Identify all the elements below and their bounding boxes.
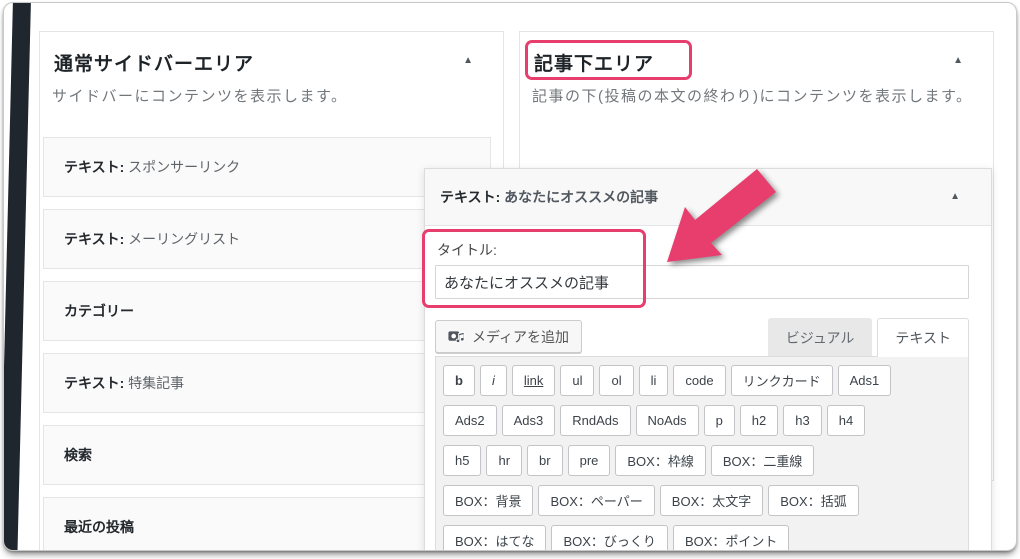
quicktag-p[interactable]: p xyxy=(703,405,735,436)
quicktag-ol[interactable]: ol xyxy=(599,365,634,396)
quicktag-h5[interactable]: h5 xyxy=(443,445,482,476)
add-media-button[interactable]: メディアを追加 xyxy=(435,320,583,353)
quicktag-box[interactable]: BOX：二重線 xyxy=(710,445,815,476)
widget-name: テキスト: xyxy=(64,231,125,247)
text-widget-editor-body: タイトル: メディアを追加 ビジュアルテキスト bilinkulollicode… xyxy=(425,226,991,550)
quicktag-b[interactable]: b xyxy=(443,365,475,396)
quicktag-row: Ads2 Ads3 RndAds NoAds p h2 h3 h4 xyxy=(443,405,961,436)
quicktag-link[interactable]: link xyxy=(511,365,556,396)
below-article-area-description: 記事の下(投稿の本文の終わり)にコンテンツを表示します。 xyxy=(532,88,973,105)
quicktag-hr[interactable]: hr xyxy=(486,445,523,476)
quicktag-noads[interactable]: NoAds xyxy=(635,405,699,436)
quicktag-h3[interactable]: h3 xyxy=(783,405,822,436)
editor-tabs: ビジュアル テキスト xyxy=(763,318,969,357)
quicktag-box[interactable]: BOX：太文字 xyxy=(659,485,764,516)
widget-title: あなたにオススメの記事 xyxy=(500,189,659,205)
text-widget-editor: テキスト: あなたにオススメの記事 ▲ タイトル: メディアを追加 ビジュアルテ… xyxy=(424,168,992,550)
quicktag-row: h5 hr br pre BOX：枠線 BOX：二重線 xyxy=(443,445,961,476)
sidebar-area-description: サイドバーにコンテンツを表示します。 xyxy=(52,88,348,105)
media-tab-row: メディアを追加 ビジュアル テキスト xyxy=(435,318,969,357)
quicktag-rndads[interactable]: RndAds xyxy=(560,405,631,436)
quicktag-i[interactable]: i xyxy=(479,365,507,396)
widget-name: テキスト: xyxy=(64,159,125,175)
widget-title: メーリングリスト xyxy=(124,231,241,247)
quicktag-code[interactable]: code xyxy=(673,365,726,396)
quicktag-br[interactable]: br xyxy=(527,445,563,476)
add-media-icon xyxy=(448,331,465,344)
widget-title: 特集記事 xyxy=(124,375,185,391)
quicktag-box[interactable]: BOX：枠線 xyxy=(615,445,706,476)
quicktag-row: BOX：はてな BOX：びっくり BOX：ポイント xyxy=(443,525,961,550)
admin-menu-edge xyxy=(4,3,32,550)
quicktag-box[interactable]: BOX：はてな xyxy=(443,525,547,550)
quicktag-ul[interactable]: ul xyxy=(560,365,595,396)
collapse-toggle-icon[interactable]: ▲ xyxy=(463,56,473,66)
widget-name: 最近の投稿 xyxy=(64,519,134,535)
quicktag-ads2[interactable]: Ads2 xyxy=(443,405,497,436)
screenshot-frame: 通常サイドバーエリア ▲ サイドバーにコンテンツを表示します。 テキスト: スポ… xyxy=(3,2,1017,551)
quicktag-ads3[interactable]: Ads3 xyxy=(501,405,556,436)
quicktag-box[interactable]: BOX：びっくり xyxy=(551,525,668,550)
quicktag-h4[interactable]: h4 xyxy=(826,405,866,436)
widget-name: テキスト: xyxy=(64,375,125,391)
widget-name: カテゴリー xyxy=(64,303,134,319)
quicktag-row: BOX：背景 BOX：ペーパー BOX：太文字 BOX：括弧 xyxy=(443,485,961,516)
widget-name: 検索 xyxy=(64,447,92,463)
sidebar-area-title: 通常サイドバーエリア xyxy=(54,54,255,75)
quicktag-ads1[interactable]: Ads1 xyxy=(837,365,892,396)
below-article-area-title: 記事下エリア xyxy=(534,54,655,75)
collapse-toggle-icon[interactable]: ▲ xyxy=(953,56,963,66)
quicktag-box[interactable]: BOX：ポイント xyxy=(672,525,790,550)
tab-text[interactable]: テキスト xyxy=(877,318,969,357)
title-input[interactable] xyxy=(435,265,969,299)
title-field-label: タイトル: xyxy=(437,242,497,258)
quicktag-pre[interactable]: pre xyxy=(567,445,611,476)
widget-name: テキスト: xyxy=(440,189,501,205)
quicktag-li[interactable]: li xyxy=(638,365,669,396)
quicktag-box[interactable]: BOX：背景 xyxy=(443,485,534,516)
quicktags-toolbar: b i link ul ol li code リンクカード Ads1 Ads2 Ads3 RndAds… xyxy=(435,356,969,550)
quicktag-row: b i link ul ol li code リンクカード Ads1 xyxy=(443,365,961,396)
quicktag-[interactable]: リンクカード xyxy=(730,365,833,396)
widget-title: スポンサーリンク xyxy=(124,159,241,175)
quicktag-box[interactable]: BOX：ペーパー xyxy=(538,485,655,516)
quicktag-box[interactable]: BOX：括弧 xyxy=(768,485,859,516)
text-widget-editor-header[interactable]: テキスト: あなたにオススメの記事 ▲ xyxy=(425,169,991,226)
collapse-toggle-icon[interactable]: ▲ xyxy=(950,192,960,202)
tab-visual[interactable]: ビジュアル xyxy=(767,318,873,356)
quicktag-h2[interactable]: h2 xyxy=(739,405,779,436)
add-media-label: メディアを追加 xyxy=(472,328,570,345)
